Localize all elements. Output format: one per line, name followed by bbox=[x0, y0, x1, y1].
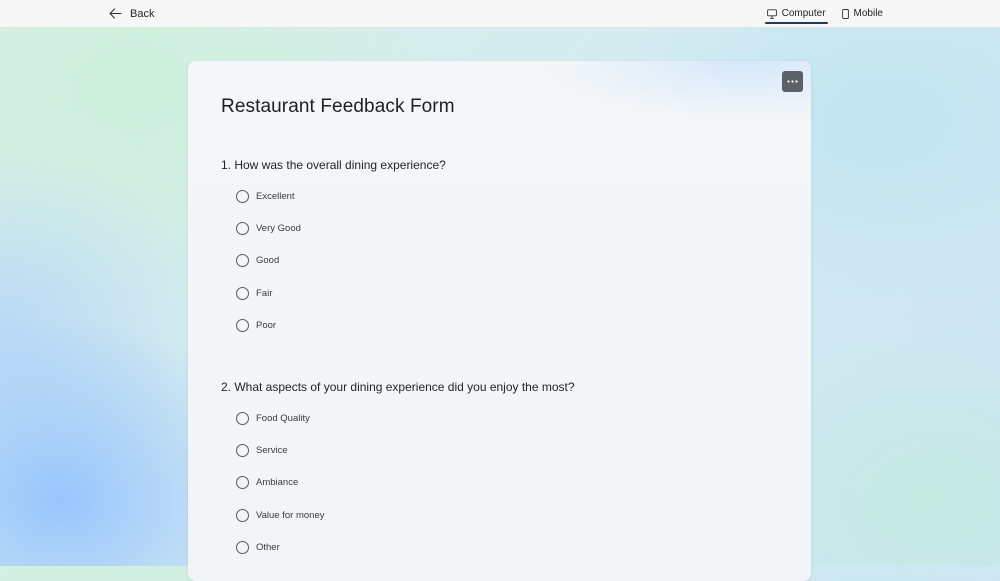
option-poor[interactable]: Poor bbox=[236, 318, 446, 334]
option-label: Excellent bbox=[256, 190, 295, 202]
radio-button[interactable] bbox=[236, 411, 249, 425]
question-1-options: Excellent Very Good Good Fair Poor bbox=[221, 188, 446, 334]
option-value-for-money[interactable]: Value for money bbox=[236, 507, 575, 523]
form-card: Restaurant Feedback Form 1. How was the … bbox=[188, 61, 811, 581]
back-button[interactable]: Back bbox=[109, 5, 154, 22]
option-label: Food Quality bbox=[256, 412, 310, 424]
option-label: Poor bbox=[256, 320, 277, 332]
arrow-left-icon bbox=[109, 8, 122, 19]
option-label: Other bbox=[256, 542, 280, 554]
option-food-quality[interactable]: Food Quality bbox=[236, 410, 575, 426]
form-title: Restaurant Feedback Form bbox=[221, 96, 455, 117]
option-label: Value for money bbox=[256, 509, 325, 521]
option-other[interactable]: Other bbox=[236, 540, 575, 556]
option-very-good[interactable]: Very Good bbox=[236, 220, 446, 236]
option-excellent[interactable]: Excellent bbox=[236, 188, 446, 204]
tab-mobile[interactable]: Mobile bbox=[841, 0, 884, 27]
option-label: Service bbox=[256, 444, 288, 456]
question-1: 1. How was the overall dining experience… bbox=[221, 157, 446, 350]
radio-button[interactable] bbox=[236, 541, 249, 555]
tab-computer[interactable]: Computer bbox=[764, 0, 828, 27]
option-good[interactable]: Good bbox=[236, 253, 446, 269]
phone-icon bbox=[841, 8, 849, 19]
tab-computer-label: Computer bbox=[781, 8, 826, 19]
radio-button[interactable] bbox=[236, 476, 249, 490]
option-label: Ambiance bbox=[256, 477, 299, 489]
view-mode-tabs: Computer Mobile bbox=[764, 0, 884, 27]
radio-button[interactable] bbox=[236, 508, 249, 522]
option-label: Very Good bbox=[256, 222, 301, 234]
question-2-text: 2. What aspects of your dining experienc… bbox=[221, 380, 575, 394]
radio-button[interactable] bbox=[236, 319, 249, 333]
back-label: Back bbox=[130, 7, 155, 20]
option-label: Fair bbox=[256, 287, 273, 299]
question-1-text: 1. How was the overall dining experience… bbox=[221, 158, 446, 172]
option-ambiance[interactable]: Ambiance bbox=[236, 475, 575, 491]
question-2-options: Food Quality Service Ambiance Value for … bbox=[221, 410, 575, 556]
option-label: Good bbox=[256, 255, 280, 267]
tab-mobile-label: Mobile bbox=[853, 8, 883, 19]
radio-button[interactable] bbox=[236, 443, 249, 457]
option-service[interactable]: Service bbox=[236, 442, 575, 458]
radio-button[interactable] bbox=[236, 189, 249, 203]
radio-button[interactable] bbox=[236, 254, 249, 268]
option-fair[interactable]: Fair bbox=[236, 285, 446, 301]
more-horizontal-icon bbox=[787, 80, 798, 83]
top-bar: Back Computer Mobile bbox=[0, 0, 1000, 28]
question-2: 2. What aspects of your dining experienc… bbox=[221, 379, 575, 572]
radio-button[interactable] bbox=[236, 286, 249, 300]
more-options-button[interactable] bbox=[782, 71, 803, 92]
monitor-icon bbox=[766, 8, 777, 19]
radio-button[interactable] bbox=[236, 221, 249, 235]
